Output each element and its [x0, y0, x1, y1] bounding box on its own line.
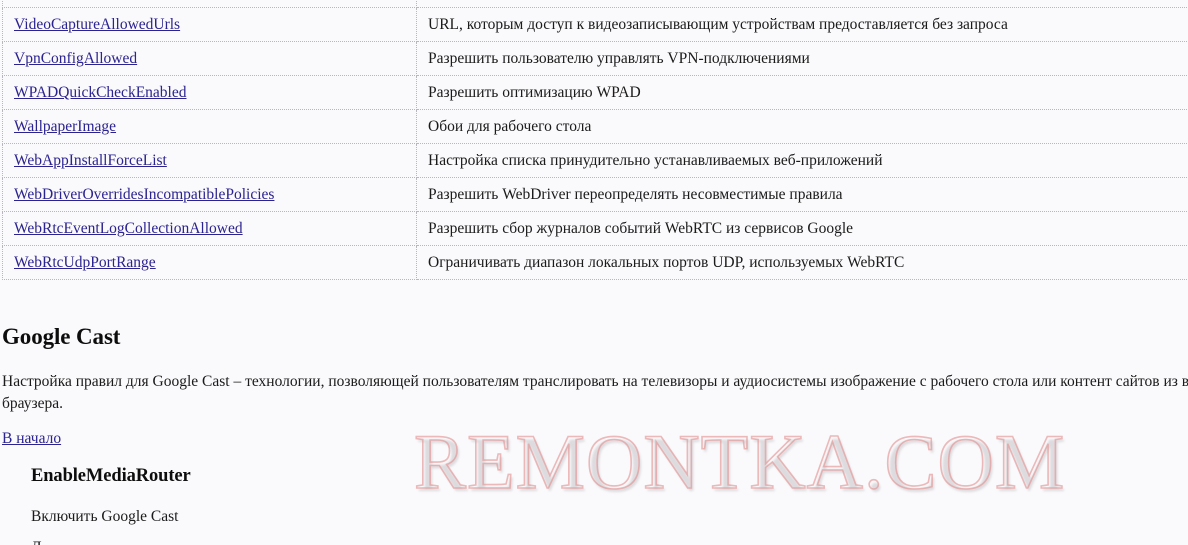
policy-name-cell: WPADQuickCheckEnabled	[2, 75, 417, 110]
policy-table-container: VideoCaptureAllowed Включение или отключ…	[2, 0, 1188, 280]
table-row: WPADQuickCheckEnabled Разрешить оптимиза…	[2, 75, 1188, 110]
policy-description-text: Разрешить WebDriver переопределять несов…	[428, 185, 843, 203]
policy-link[interactable]: WebRtcUdpPortRange	[14, 254, 156, 271]
policy-description-cell: Разрешить пользователю управлять VPN-под…	[416, 41, 1188, 76]
policy-detail-heading: EnableMediaRouter	[31, 466, 191, 486]
table-row: VideoCaptureAllowedUrls URL, которым дос…	[2, 7, 1188, 42]
policy-description-text: Обои для рабочего стола	[428, 117, 592, 135]
policy-description-cell: Обои для рабочего стола	[416, 109, 1188, 144]
table-row: WallpaperImage Обои для рабочего стола	[2, 109, 1188, 144]
policy-description-text: Разрешить оптимизацию WPAD	[428, 83, 641, 101]
policy-link[interactable]: WPADQuickCheckEnabled	[14, 84, 186, 101]
policy-description-cell: Разрешить сбор журналов событий WebRTC и…	[416, 211, 1188, 246]
section-heading-google-cast: Google Cast	[2, 324, 121, 349]
table-row: WebAppInstallForceList Настройка списка …	[2, 143, 1188, 178]
policy-link[interactable]: WebAppInstallForceList	[14, 152, 167, 169]
policy-name-cell: WallpaperImage	[2, 109, 417, 144]
table-row: VideoCaptureAllowed Включение или отключ…	[2, 0, 1188, 8]
policy-description-cell: Настройка списка принудительно устанавли…	[416, 143, 1188, 178]
policy-table-body: VideoCaptureAllowed Включение или отключ…	[2, 0, 1188, 280]
policy-detail-next-line: Д	[31, 538, 42, 545]
policy-description-cell: Ограничивать диапазон локальных портов U…	[416, 245, 1188, 280]
policy-link[interactable]: VideoCaptureAllowedUrls	[14, 16, 180, 33]
section-intro-paragraph: Настройка правил для Google Cast – техно…	[2, 373, 1188, 412]
policy-link[interactable]: WebDriverOverridesIncompatiblePolicies	[14, 186, 274, 203]
policy-description-cell: URL, которым доступ к видеозаписывающим …	[416, 7, 1188, 42]
page-root: VideoCaptureAllowed Включение или отключ…	[0, 0, 1188, 545]
table-row: WebRtcUdpPortRange Ограничивать диапазон…	[2, 245, 1188, 280]
site-watermark: REMONTKA.COM	[413, 418, 1066, 505]
table-row: WebRtcEventLogCollectionAllowed Разрешит…	[2, 211, 1188, 246]
policy-description-cell: Включение или отключение функции захвата…	[416, 0, 1188, 8]
policy-name-cell: VpnConfigAllowed	[2, 41, 417, 76]
policy-name-cell: WebDriverOverridesIncompatiblePolicies	[2, 177, 417, 212]
policy-description-text: Ограничивать диапазон локальных портов U…	[428, 253, 905, 271]
policy-link[interactable]: WallpaperImage	[14, 118, 116, 135]
table-row: VpnConfigAllowed Разрешить пользователю …	[2, 41, 1188, 76]
policy-link[interactable]: VpnConfigAllowed	[14, 50, 137, 67]
policy-name-cell: WebRtcEventLogCollectionAllowed	[2, 211, 417, 246]
policy-name-cell: WebAppInstallForceList	[2, 143, 417, 178]
back-to-top-link[interactable]: В начало	[2, 430, 61, 448]
policy-description-cell: Разрешить оптимизацию WPAD	[416, 75, 1188, 110]
policy-link[interactable]: WebRtcEventLogCollectionAllowed	[14, 220, 243, 237]
policy-table: VideoCaptureAllowed Включение или отключ…	[2, 0, 1188, 280]
table-row: WebDriverOverridesIncompatiblePolicies Р…	[2, 177, 1188, 212]
policy-name-cell: WebRtcUdpPortRange	[2, 245, 417, 280]
policy-description-text: URL, которым доступ к видеозаписывающим …	[428, 15, 1008, 33]
policy-detail-summary: Включить Google Cast	[31, 508, 179, 525]
policy-description-text: Разрешить пользователю управлять VPN-под…	[428, 49, 810, 67]
policy-description-cell: Разрешить WebDriver переопределять несов…	[416, 177, 1188, 212]
policy-description-text: Настройка списка принудительно устанавли…	[428, 151, 883, 169]
policy-name-cell: VideoCaptureAllowedUrls	[2, 7, 417, 42]
policy-name-cell: VideoCaptureAllowed	[2, 0, 417, 8]
policy-description-text: Разрешить сбор журналов событий WebRTC и…	[428, 219, 854, 237]
